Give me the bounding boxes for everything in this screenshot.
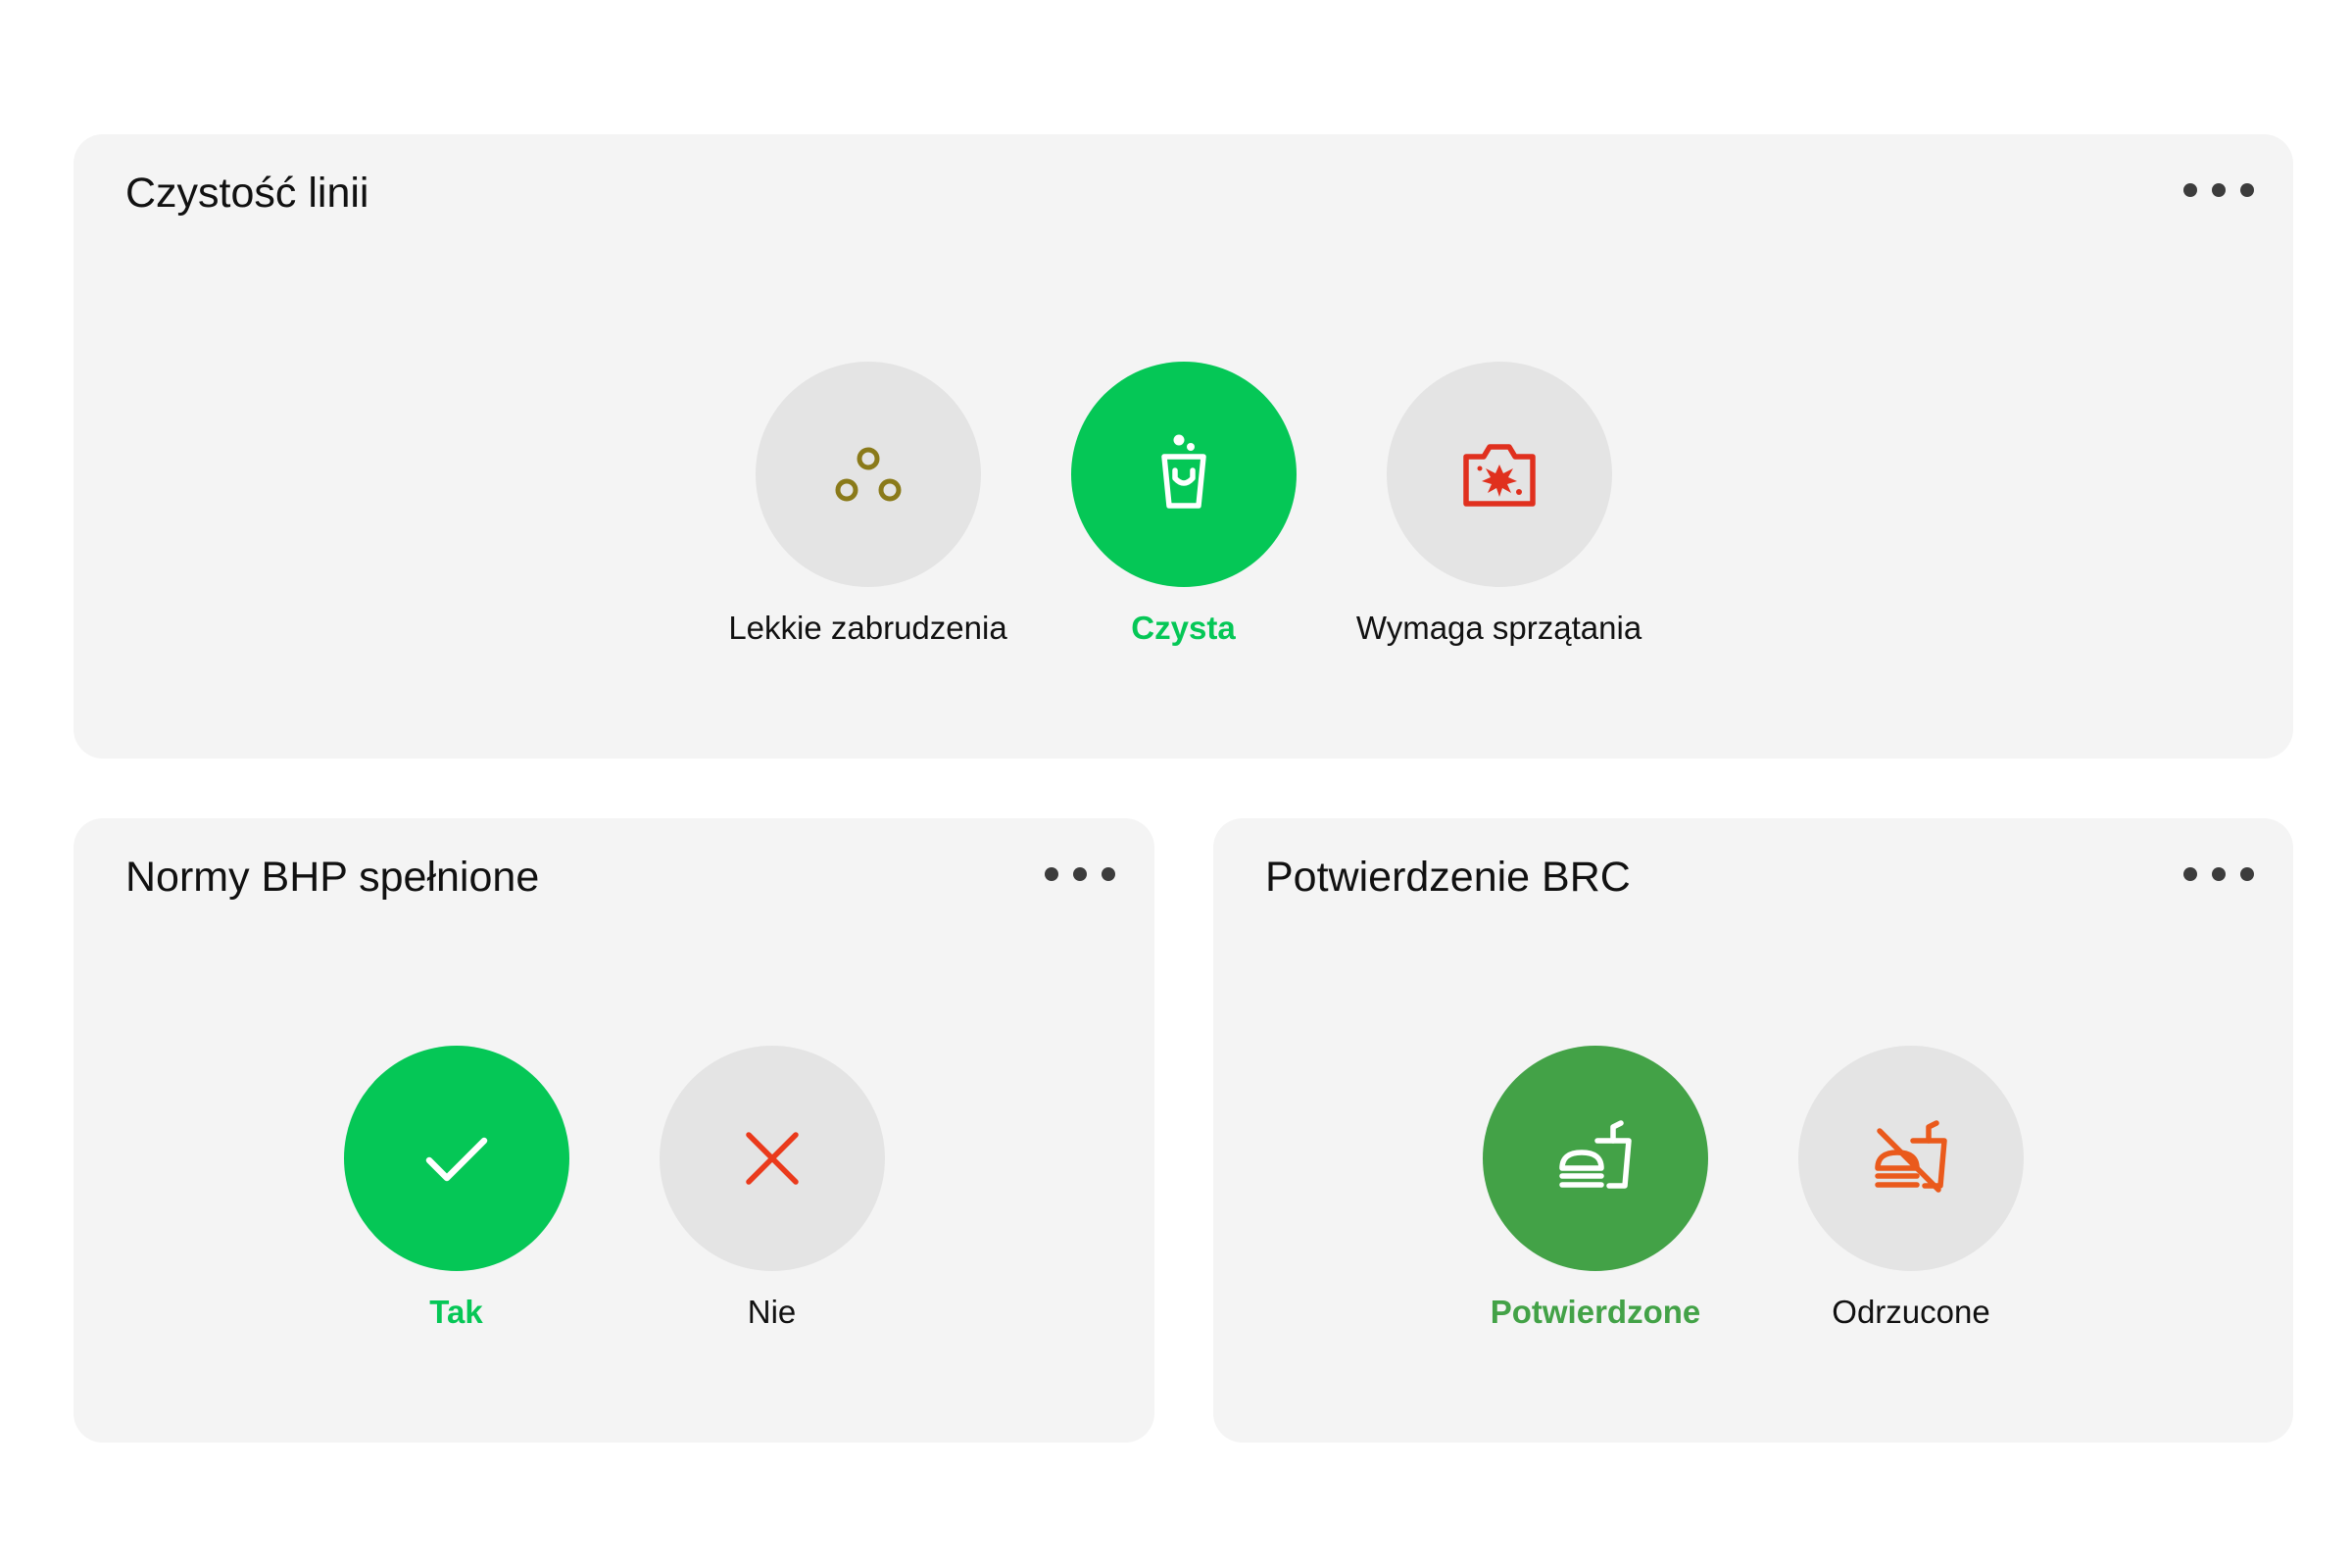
brc-title: Potwierdzenie BRC <box>1265 854 1631 901</box>
brc-options: Potwierdzone Odrzucone <box>1213 1046 2293 1332</box>
check-icon <box>425 1137 487 1182</box>
option-circle <box>659 1046 885 1271</box>
more-dot <box>1102 867 1115 881</box>
option-label: Lekkie zabrudzenia <box>728 610 1007 646</box>
option-label: Potwierdzone <box>1490 1294 1701 1330</box>
more-dot <box>2183 867 2197 881</box>
option-circle <box>1798 1046 2024 1271</box>
more-dot <box>2212 183 2226 197</box>
option-circle <box>343 1046 569 1271</box>
fastfood-icon <box>1559 1120 1632 1189</box>
option-circle <box>1386 362 1612 587</box>
option-potwierdzone[interactable]: Potwierdzone <box>1483 1046 1708 1332</box>
close-icon <box>745 1132 799 1185</box>
more-dot <box>2183 183 2197 197</box>
option-lekkie-zabrudzenia[interactable]: Lekkie zabrudzenia <box>728 362 1007 648</box>
more-dot <box>1045 867 1058 881</box>
more-dot <box>1073 867 1087 881</box>
more-dot <box>2240 867 2254 881</box>
no-fastfood-icon <box>1875 1120 1947 1193</box>
option-circle <box>1483 1046 1708 1271</box>
option-label: Czysta <box>1131 610 1236 646</box>
option-circle <box>1070 362 1297 587</box>
option-odrzucone[interactable]: Odrzucone <box>1798 1046 2024 1332</box>
cleanliness-title: Czystość linii <box>125 170 369 217</box>
option-circle <box>755 362 981 587</box>
option-tak[interactable]: Tak <box>343 1046 569 1332</box>
cleanliness-card: Czystość linii Lekkie zabrudzenia Czysta… <box>74 134 2293 759</box>
option-czysta[interactable]: Czysta <box>1070 362 1297 648</box>
bhp-options: Tak Nie <box>74 1046 1154 1332</box>
cleanliness-more-button[interactable] <box>2183 175 2254 205</box>
option-label: Nie <box>747 1294 797 1330</box>
more-dot <box>2212 867 2226 881</box>
three-circles-icon <box>835 447 901 502</box>
cleanliness-options: Lekkie zabrudzenia Czysta Wymaga sprząta… <box>74 362 2293 648</box>
clean-cup-icon <box>1160 434 1206 509</box>
bhp-more-button[interactable] <box>1045 859 1115 889</box>
option-nie[interactable]: Nie <box>659 1046 885 1332</box>
brc-more-button[interactable] <box>2183 859 2254 889</box>
option-label: Wymaga sprzątania <box>1355 610 1642 646</box>
option-label: Tak <box>429 1294 483 1330</box>
option-label: Odrzucone <box>1832 1294 1990 1330</box>
brc-card: Potwierdzenie BRC Potwierdzone Odrzucone <box>1213 818 2293 1443</box>
bhp-title: Normy BHP spełnione <box>125 854 540 901</box>
more-dot <box>2240 183 2254 197</box>
option-wymaga-sprzatania[interactable]: Wymaga sprzątania <box>1356 362 1642 648</box>
dirty-camera-icon <box>1462 444 1536 507</box>
bhp-card: Normy BHP spełnione Tak Nie <box>74 818 1154 1443</box>
